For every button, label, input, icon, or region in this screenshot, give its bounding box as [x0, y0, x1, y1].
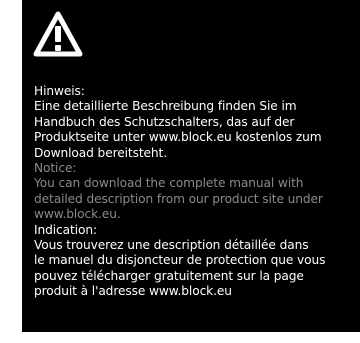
notice-panel: Hinweis: Eine detaillierte Beschreibung …: [22, 0, 360, 332]
french-line: produit à l'adresse www.block.eu: [34, 284, 232, 299]
english-heading: Notice:: [34, 161, 77, 176]
german-line: Produktseite unter www.block.eu kostenlo…: [34, 130, 322, 145]
french-heading: Indication:: [34, 222, 97, 237]
french-line: Vous trouverez une description détaillée…: [34, 238, 309, 253]
english-line: You can download the complete manual wit…: [34, 176, 304, 191]
english-line: www.block.eu.: [34, 207, 121, 222]
notice-text: Hinweis: Eine detaillierte Beschreibung …: [34, 84, 360, 300]
german-line: Download bereitsteht.: [34, 145, 167, 160]
french-line: le manuel du disjoncteur de protection q…: [34, 253, 326, 268]
german-line: Handbuch des Schutzschalters, das auf de…: [34, 114, 295, 129]
english-line: detailed description from our product si…: [34, 191, 323, 206]
warning-icon: [33, 11, 83, 57]
german-heading: Hinweis:: [34, 84, 85, 98]
german-line: Eine detaillierte Beschreibung finden Si…: [34, 99, 297, 114]
french-line: pouvez télécharger gratuitement sur la p…: [34, 268, 304, 283]
